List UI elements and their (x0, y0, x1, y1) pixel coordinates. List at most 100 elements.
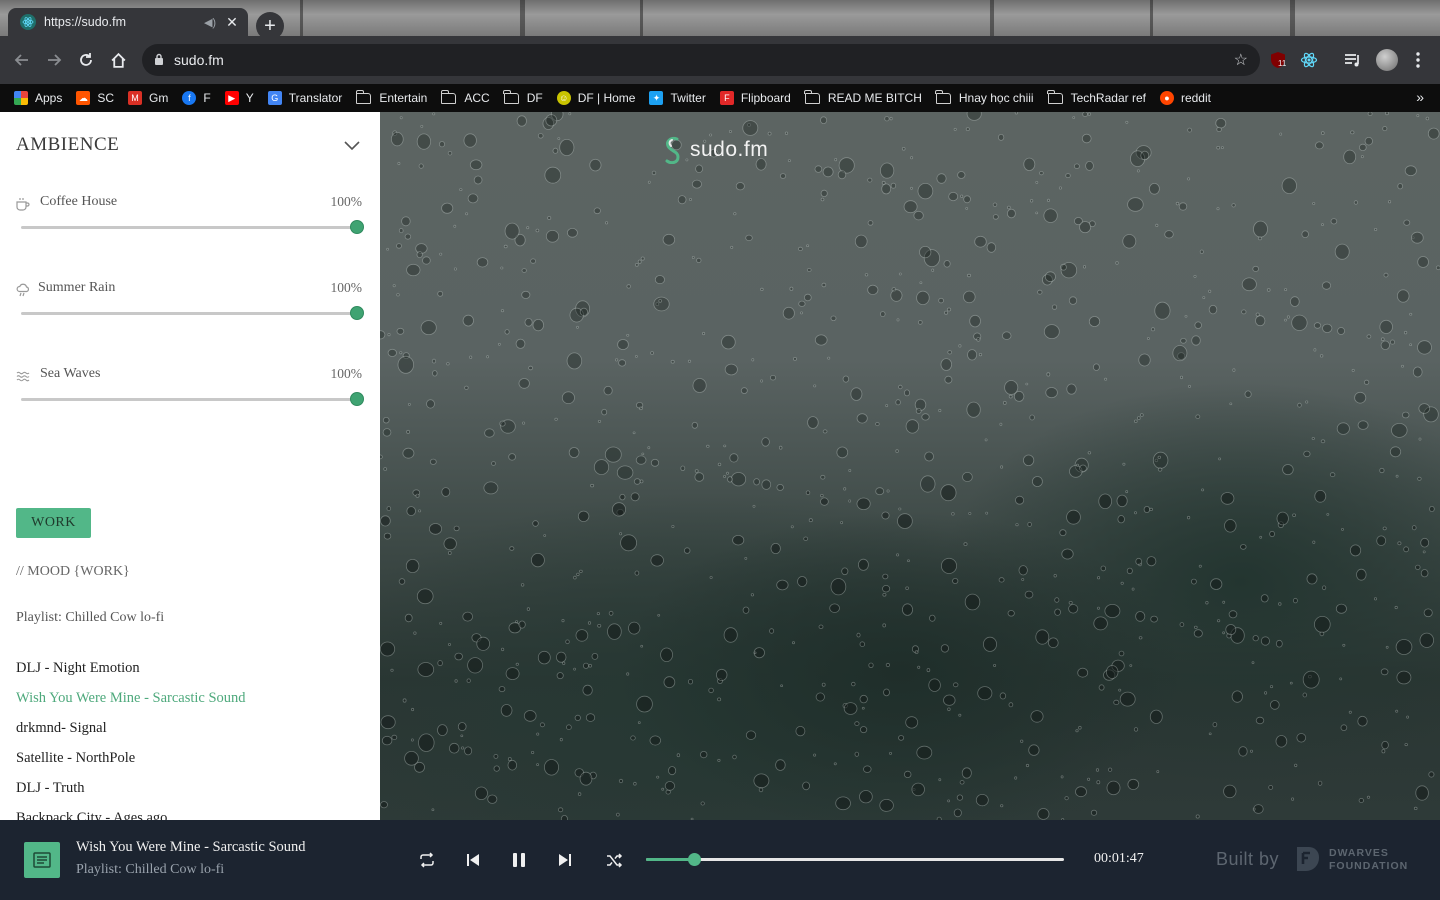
address-bar[interactable]: sudo.fm ☆ (142, 44, 1260, 76)
raindrop (1150, 327, 1156, 332)
raindrop (1098, 493, 1112, 510)
sudo-fm-logo[interactable]: sudo.fm (662, 136, 768, 164)
raindrop (1389, 446, 1402, 458)
volume-slider-thumb[interactable] (350, 220, 364, 234)
bookmark-item[interactable]: Hnay học chiii (935, 89, 1034, 105)
raindrop (1401, 411, 1410, 419)
song-item[interactable]: DLJ - Truth (16, 778, 366, 808)
raindrop (616, 812, 620, 817)
bookmark-item[interactable]: F Flipboard (719, 91, 791, 105)
raindrop (1268, 785, 1274, 790)
bookmark-item[interactable]: ● reddit (1159, 91, 1211, 105)
reload-icon[interactable] (72, 46, 100, 74)
tab-close-icon[interactable]: ✕ (224, 14, 240, 31)
raindrop (630, 492, 640, 502)
raindrop (1223, 784, 1237, 799)
forward-icon[interactable] (40, 46, 68, 74)
raindrop (1420, 537, 1430, 548)
raindrop (1021, 578, 1025, 581)
volume-slider-track[interactable] (21, 226, 357, 229)
menu-kebab-icon[interactable] (1408, 50, 1428, 70)
new-tab-button[interactable]: + (256, 12, 284, 36)
raindrop (516, 115, 527, 127)
tab-audio-icon[interactable]: ◀) (202, 16, 218, 29)
raindrop (575, 629, 589, 642)
progress-bar-track[interactable] (646, 853, 1064, 866)
song-item[interactable]: drkmnd- Signal (16, 718, 366, 748)
previous-button[interactable] (461, 848, 485, 872)
home-icon[interactable] (104, 46, 132, 74)
song-item[interactable]: DLJ - Night Emotion (16, 658, 366, 688)
volume-slider-thumb[interactable] (350, 306, 364, 320)
chevron-down-icon[interactable] (343, 136, 361, 154)
raindrop (1118, 650, 1125, 657)
song-item[interactable]: Backpack City - Ages ago (16, 808, 366, 820)
raindrop (507, 757, 512, 762)
bookmark-star-icon[interactable]: ☆ (1234, 50, 1248, 70)
ublock-extension-icon[interactable]: 11 (1268, 50, 1288, 70)
song-item-active[interactable]: Wish You Were Mine - Sarcastic Sound (16, 688, 366, 718)
more-bookmarks-chevron-icon[interactable]: » (1416, 89, 1424, 105)
raindrop (521, 290, 531, 299)
song-list: DLJ - Night Emotion Wish You Were Mine - … (16, 658, 366, 820)
raindrop (1435, 265, 1440, 271)
bookmark-item[interactable]: READ ME BITCH (804, 89, 922, 105)
raindrop (1195, 814, 1200, 819)
raindrop (500, 309, 505, 313)
bookmark-item[interactable]: M Gm (128, 91, 168, 105)
raindrop (1014, 112, 1018, 115)
bookmark-item[interactable]: Entertain (355, 89, 427, 105)
raindrop (813, 753, 817, 757)
raindrop (903, 200, 918, 214)
bookmark-item[interactable]: G Translator (267, 91, 342, 105)
bookmark-item[interactable]: ▶ Y (224, 91, 254, 105)
raindrop (1252, 635, 1259, 642)
raindrop (1138, 636, 1143, 640)
bookmark-item[interactable]: ✦ Twitter (649, 91, 706, 105)
raindrop (1281, 177, 1297, 194)
bookmark-item[interactable]: ☁ SC (76, 91, 114, 105)
back-icon[interactable] (8, 46, 36, 74)
progress-bar-thumb[interactable] (688, 853, 702, 866)
lock-icon[interactable] (154, 53, 164, 68)
repeat-button[interactable] (415, 848, 439, 872)
bookmark-item[interactable]: fF (182, 91, 211, 105)
song-item[interactable]: Satellite - NorthPole (16, 748, 366, 778)
volume-slider-thumb[interactable] (350, 392, 364, 406)
raindrop (597, 623, 602, 628)
browser-tab-active[interactable]: https://sudo.fm ◀) ✕ (8, 8, 248, 36)
bookmark-item[interactable]: Apps (14, 91, 62, 105)
raindrop (637, 259, 642, 264)
shuffle-button[interactable] (602, 848, 626, 872)
playlist-toggle-button[interactable] (24, 842, 60, 878)
media-queue-icon[interactable] (1343, 50, 1363, 70)
raindrop (1379, 467, 1385, 474)
bookmark-item[interactable]: TechRadar ref (1047, 89, 1146, 105)
raindrop (1079, 221, 1092, 234)
raindrop (431, 358, 437, 364)
react-devtools-icon[interactable] (1299, 50, 1319, 70)
bookmark-item[interactable]: ACC (440, 89, 490, 105)
bookmark-item[interactable]: DF (503, 89, 543, 105)
raindrop (1135, 611, 1146, 622)
dwarves-logo-icon[interactable] (1294, 844, 1322, 874)
raindrop (732, 535, 745, 546)
raindrop (505, 667, 520, 680)
raindrop (1394, 605, 1398, 610)
next-button[interactable] (553, 848, 577, 872)
raindrop (1007, 208, 1016, 219)
url-text[interactable]: sudo.fm (174, 52, 1234, 68)
raindrop (1037, 808, 1050, 820)
raindrop (515, 662, 519, 666)
volume-slider-track[interactable] (21, 398, 357, 401)
raindrop (859, 694, 868, 704)
now-playing-title: Wish You Were Mine - Sarcastic Sound (76, 839, 306, 855)
raindrop (453, 525, 460, 532)
raindrop (1396, 670, 1412, 685)
pause-button[interactable] (507, 848, 531, 872)
dwarves-foundation-text[interactable]: DWARVES FOUNDATION (1329, 847, 1408, 873)
volume-slider-track[interactable] (21, 312, 357, 315)
profile-avatar[interactable] (1376, 49, 1398, 71)
bookmark-item[interactable]: ☺ DF | Home (556, 91, 635, 105)
mood-work-button[interactable]: WORK (16, 508, 91, 538)
